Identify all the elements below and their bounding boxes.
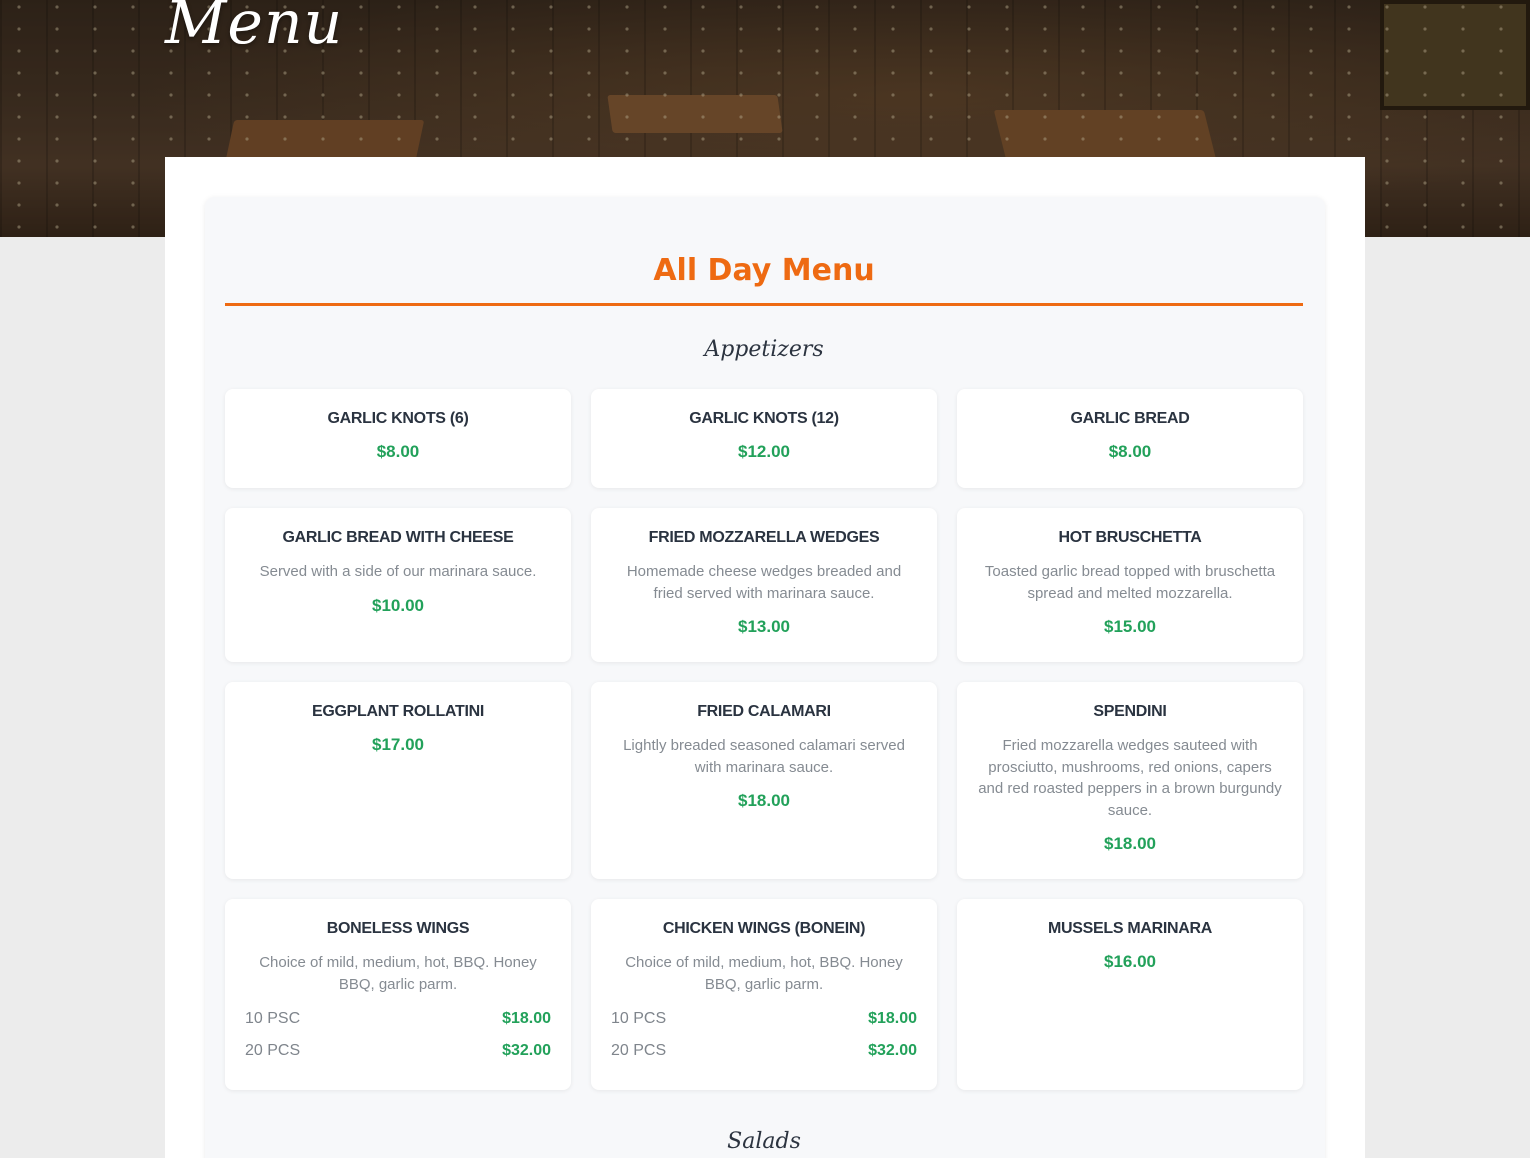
item-name: Eggplant Rollatini: [311, 703, 485, 720]
item-price: $13.00: [738, 617, 790, 636]
menu-item[interactable]: Chicken Wings (Bonein) Choice of mild, m…: [591, 899, 937, 1090]
item-name: Spendini: [1093, 703, 1167, 720]
item-description: Choice of mild, medium, hot, BBQ. Honey …: [259, 954, 537, 993]
menu-item[interactable]: Garlic Bread $8.00: [957, 389, 1303, 488]
menu-item[interactable]: Fried Mozzarella Wedges Homemade cheese …: [591, 508, 937, 662]
variant-price: $18.00: [868, 1010, 917, 1027]
item-price: $8.00: [1108, 442, 1152, 461]
menu-card: All Day Menu Appetizers Garlic Knots (6)…: [205, 197, 1325, 1158]
item-name: Hot Bruschetta: [1058, 529, 1202, 546]
item-name: Garlic Knots (6): [327, 410, 469, 427]
item-variant[interactable]: 20 PCS $32.00: [611, 1035, 917, 1067]
item-price: $18.00: [1104, 834, 1156, 853]
item-variant[interactable]: 20 PCS $32.00: [245, 1035, 551, 1067]
item-price: $8.00: [376, 442, 420, 461]
item-name: Mussels Marinara: [1047, 920, 1213, 937]
item-variants: 10 PCS $18.00 20 PCS $32.00: [611, 1003, 917, 1067]
item-name: Chicken Wings (Bonein): [662, 920, 866, 937]
variant-label: 20 PCS: [245, 1042, 301, 1059]
menu-item[interactable]: Garlic Knots (6) $8.00: [225, 389, 571, 488]
menu-item[interactable]: Hot Bruschetta Toasted garlic bread topp…: [957, 508, 1303, 662]
item-description: Lightly breaded seasoned calamari served…: [623, 737, 905, 776]
variant-label: 10 PCS: [611, 1010, 667, 1027]
menu-item[interactable]: Spendini Fried mozzarella wedges sauteed…: [957, 682, 1303, 879]
section-title-salads: Salads: [727, 1129, 801, 1154]
item-description: Toasted garlic bread topped with brusche…: [984, 563, 1276, 602]
item-description: Fried mozzarella wedges sauteed with pro…: [978, 737, 1282, 819]
item-variant[interactable]: 10 PCS $18.00: [611, 1003, 917, 1035]
item-description: Choice of mild, medium, hot, BBQ. Honey …: [625, 954, 903, 993]
variant-label: 20 PCS: [611, 1042, 667, 1059]
item-price: $10.00: [372, 595, 424, 615]
item-variants: 10 PSC $18.00 20 PCS $32.00: [245, 1003, 551, 1067]
item-price: $12.00: [738, 442, 790, 461]
menu-item[interactable]: Eggplant Rollatini $17.00: [225, 682, 571, 879]
item-name: Garlic Bread With Cheese: [282, 529, 514, 546]
variant-price: $18.00: [502, 1010, 551, 1027]
item-name: Fried Calamari: [697, 703, 831, 720]
item-description: Served with a side of our marinara sauce…: [259, 563, 537, 580]
section-title-appetizers: Appetizers: [704, 337, 824, 362]
variant-price: $32.00: [502, 1042, 551, 1059]
menu-heading: All Day Menu: [653, 253, 875, 288]
item-price: $17.00: [372, 735, 424, 754]
item-variant[interactable]: 10 PSC $18.00: [245, 1003, 551, 1035]
menu-heading-divider: [225, 303, 1303, 306]
content-container: All Day Menu Appetizers Garlic Knots (6)…: [165, 157, 1365, 1158]
item-price: $16.00: [1104, 952, 1156, 971]
item-name: Boneless Wings: [326, 920, 470, 937]
item-name: Garlic Knots (12): [689, 410, 839, 427]
item-description: Homemade cheese wedges breaded and fried…: [626, 563, 902, 602]
variant-price: $32.00: [868, 1042, 917, 1059]
menu-item[interactable]: Boneless Wings Choice of mild, medium, h…: [225, 899, 571, 1090]
item-price: $15.00: [1104, 617, 1156, 636]
menu-item[interactable]: Mussels Marinara $16.00: [957, 899, 1303, 1090]
menu-item[interactable]: Fried Calamari Lightly breaded seasoned …: [591, 682, 937, 879]
menu-item[interactable]: Garlic Bread With Cheese Served with a s…: [225, 508, 571, 662]
item-name: Fried Mozzarella Wedges: [648, 529, 880, 546]
item-name: Garlic Bread: [1070, 410, 1190, 427]
menu-item[interactable]: Garlic Knots (12) $12.00: [591, 389, 937, 488]
page-title: Menu: [165, 0, 344, 58]
variant-label: 10 PSC: [245, 1010, 301, 1027]
item-price: $18.00: [738, 791, 790, 810]
